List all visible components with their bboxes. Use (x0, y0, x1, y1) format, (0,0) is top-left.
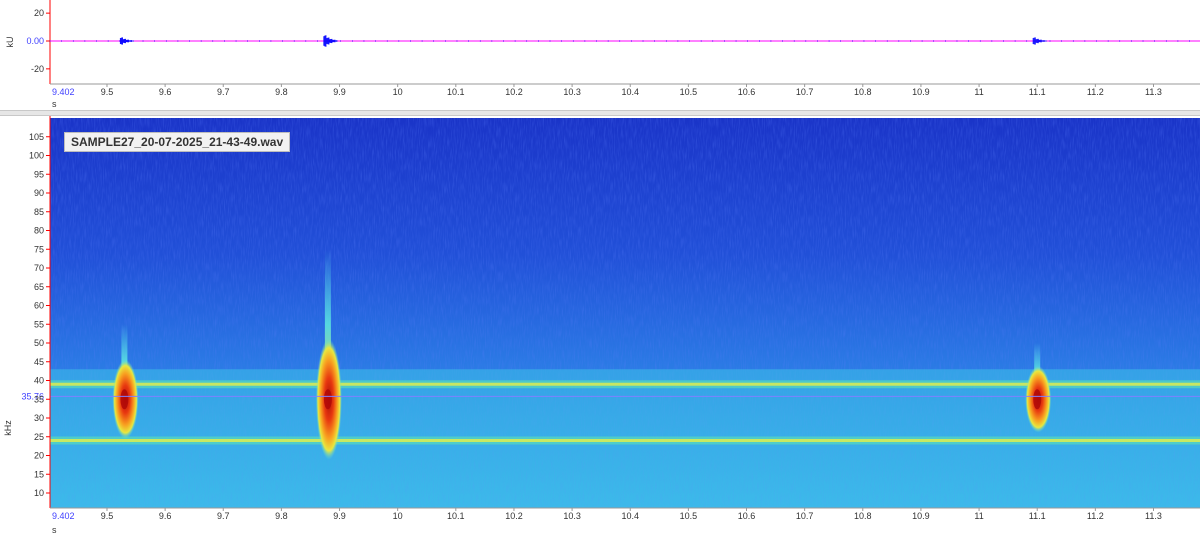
spectrogram-x-tick-label: 11.3 (1145, 511, 1162, 521)
waveform-x-tick-label: 10.8 (854, 87, 872, 97)
spectrogram-y-tick-label: 55 (34, 319, 44, 329)
waveform-x-tick-label: 11.3 (1145, 87, 1162, 97)
spectrogram-x-tick-label: 10.9 (912, 511, 930, 521)
spectrogram-y-tick-label: 45 (34, 357, 44, 367)
waveform-x-tick-label: 11 (974, 87, 983, 97)
spectrogram-x-tick-label: 9.5 (101, 511, 114, 521)
spectrogram-y-tick-label: 20 (34, 451, 44, 461)
waveform-x-tick-label: 10.2 (505, 87, 523, 97)
waveform-y-tick-label: -20 (31, 64, 44, 74)
waveform-x-tick-label: 9.7 (217, 87, 230, 97)
spectrogram-x-tick-label: 10.6 (738, 511, 756, 521)
waveform-x-tick-label: 11.2 (1087, 87, 1104, 97)
spectrogram-y-tick-label: 100 (29, 151, 44, 161)
waveform-x-tick-label: 10.7 (796, 87, 814, 97)
spectrogram-y-tick-label: 25 (34, 432, 44, 442)
spectrogram-x-tick-label: 11.2 (1087, 511, 1104, 521)
spectrogram-y-tick-label: 60 (34, 301, 44, 311)
call-core (323, 389, 332, 410)
spectrogram-x-tick-label: 9.7 (217, 511, 230, 521)
waveform-x-tick-label: 10.9 (912, 87, 930, 97)
waveform-panel[interactable]: kU 20 0.00 -20 9.402 9.5 9.6 9.7 9.8 9.9 10 10.1 1… (0, 0, 1200, 110)
waveform-x-tick-label: 10.4 (621, 87, 639, 97)
waveform-x-tick-label: 10.6 (738, 87, 756, 97)
spectrogram-y-tick-label: 105 (29, 132, 44, 142)
spectrogram-x-tick-label: 9.8 (275, 511, 288, 521)
spectrogram-x-tick-label: 10.4 (621, 511, 639, 521)
waveform-x-tick-label: 10 (393, 87, 403, 97)
waveform-ylabel: kU (5, 37, 15, 48)
waveform-x-tick-label: 10.5 (680, 87, 698, 97)
waveform-x-tick-label: 9.5 (101, 87, 114, 97)
waveform-x-start-label: 9.402 (52, 87, 75, 97)
waveform-xlabel: s (52, 99, 57, 109)
spectrogram-panel[interactable]: 35.76 kHz 101520253035404550556065707580… (0, 116, 1200, 537)
waveform-x-tick-label: 10.3 (563, 87, 581, 97)
waveform-x-ticks: 9.402 9.5 9.6 9.7 9.8 9.9 10 10.1 10.2 10.3 10.4 10… (52, 84, 1162, 97)
spectrogram-y-tick-label: 70 (34, 263, 44, 273)
spectrogram-x-tick-label: 10.5 (680, 511, 698, 521)
spectrogram-x-tick-label: 11.1 (1029, 511, 1046, 521)
spectrogram-x-tick-label: 10.7 (796, 511, 814, 521)
spectrogram-x-start-label: 9.402 (52, 511, 75, 521)
spectrogram-y-tick-label: 65 (34, 282, 44, 292)
spectrogram-xlabel: s (52, 525, 57, 535)
spectrogram-y-tick-label: 90 (34, 188, 44, 198)
spectrogram-x-tick-label: 9.9 (333, 511, 346, 521)
waveform-y-tick-label: 0.00 (26, 36, 44, 46)
call-core (1033, 389, 1042, 410)
waveform-x-tick-label: 9.8 (275, 87, 288, 97)
waveform-y-tick-label: 20 (34, 8, 44, 18)
spectrogram-x-tick-label: 9.6 (159, 511, 172, 521)
spectrogram-x-ticks: 9.402 9.5 9.6 9.7 9.8 9.9 10 10.1 10.2 10.3 10.4 10… (52, 508, 1162, 521)
spectrogram-x-tick-label: 10.8 (854, 511, 872, 521)
spectrogram-y-tick-label: 15 (34, 469, 44, 479)
waveform-x-tick-label: 11.1 (1029, 87, 1046, 97)
spectrogram-y-tick-label: 85 (34, 207, 44, 217)
file-name-label: SAMPLE27_20-07-2025_21-43-49.wav (64, 132, 291, 152)
spectrogram-y-tick-label: 30 (34, 413, 44, 423)
spectrogram-ylabel: kHz (3, 420, 13, 436)
spectrogram-x-tick-label: 10.3 (563, 511, 581, 521)
spectrogram-y-tick-label: 40 (34, 376, 44, 386)
waveform-x-tick-label: 10.1 (447, 87, 465, 97)
waveform-y-ticks: 20 0.00 -20 (26, 8, 50, 74)
spectrogram-y-tick-label: 75 (34, 244, 44, 254)
spectrogram-y-tick-label: 10 (34, 488, 44, 498)
spectrogram-x-tick-label: 10.1 (447, 511, 465, 521)
spectrogram-x-tick-label: 11 (974, 511, 983, 521)
waveform-x-tick-label: 9.9 (333, 87, 346, 97)
call-core (120, 389, 129, 410)
spectrogram-x-tick-label: 10 (393, 511, 403, 521)
spectrogram-y-tick-label: 50 (34, 338, 44, 348)
spectrogram-y-tick-label: 35 (34, 394, 44, 404)
spectrogram-noise-band-core (50, 439, 1200, 442)
waveform-x-tick-label: 9.6 (159, 87, 172, 97)
spectrogram-y-tick-label: 95 (34, 169, 44, 179)
spectrogram-y-tick-label: 80 (34, 226, 44, 236)
spectrogram-y-ticks: 10 15 20 25 30 35 40 45 50 55 60 65 70 75 80 85 90 95 100 1… (29, 132, 50, 498)
spectrogram-x-tick-label: 10.2 (505, 511, 523, 521)
